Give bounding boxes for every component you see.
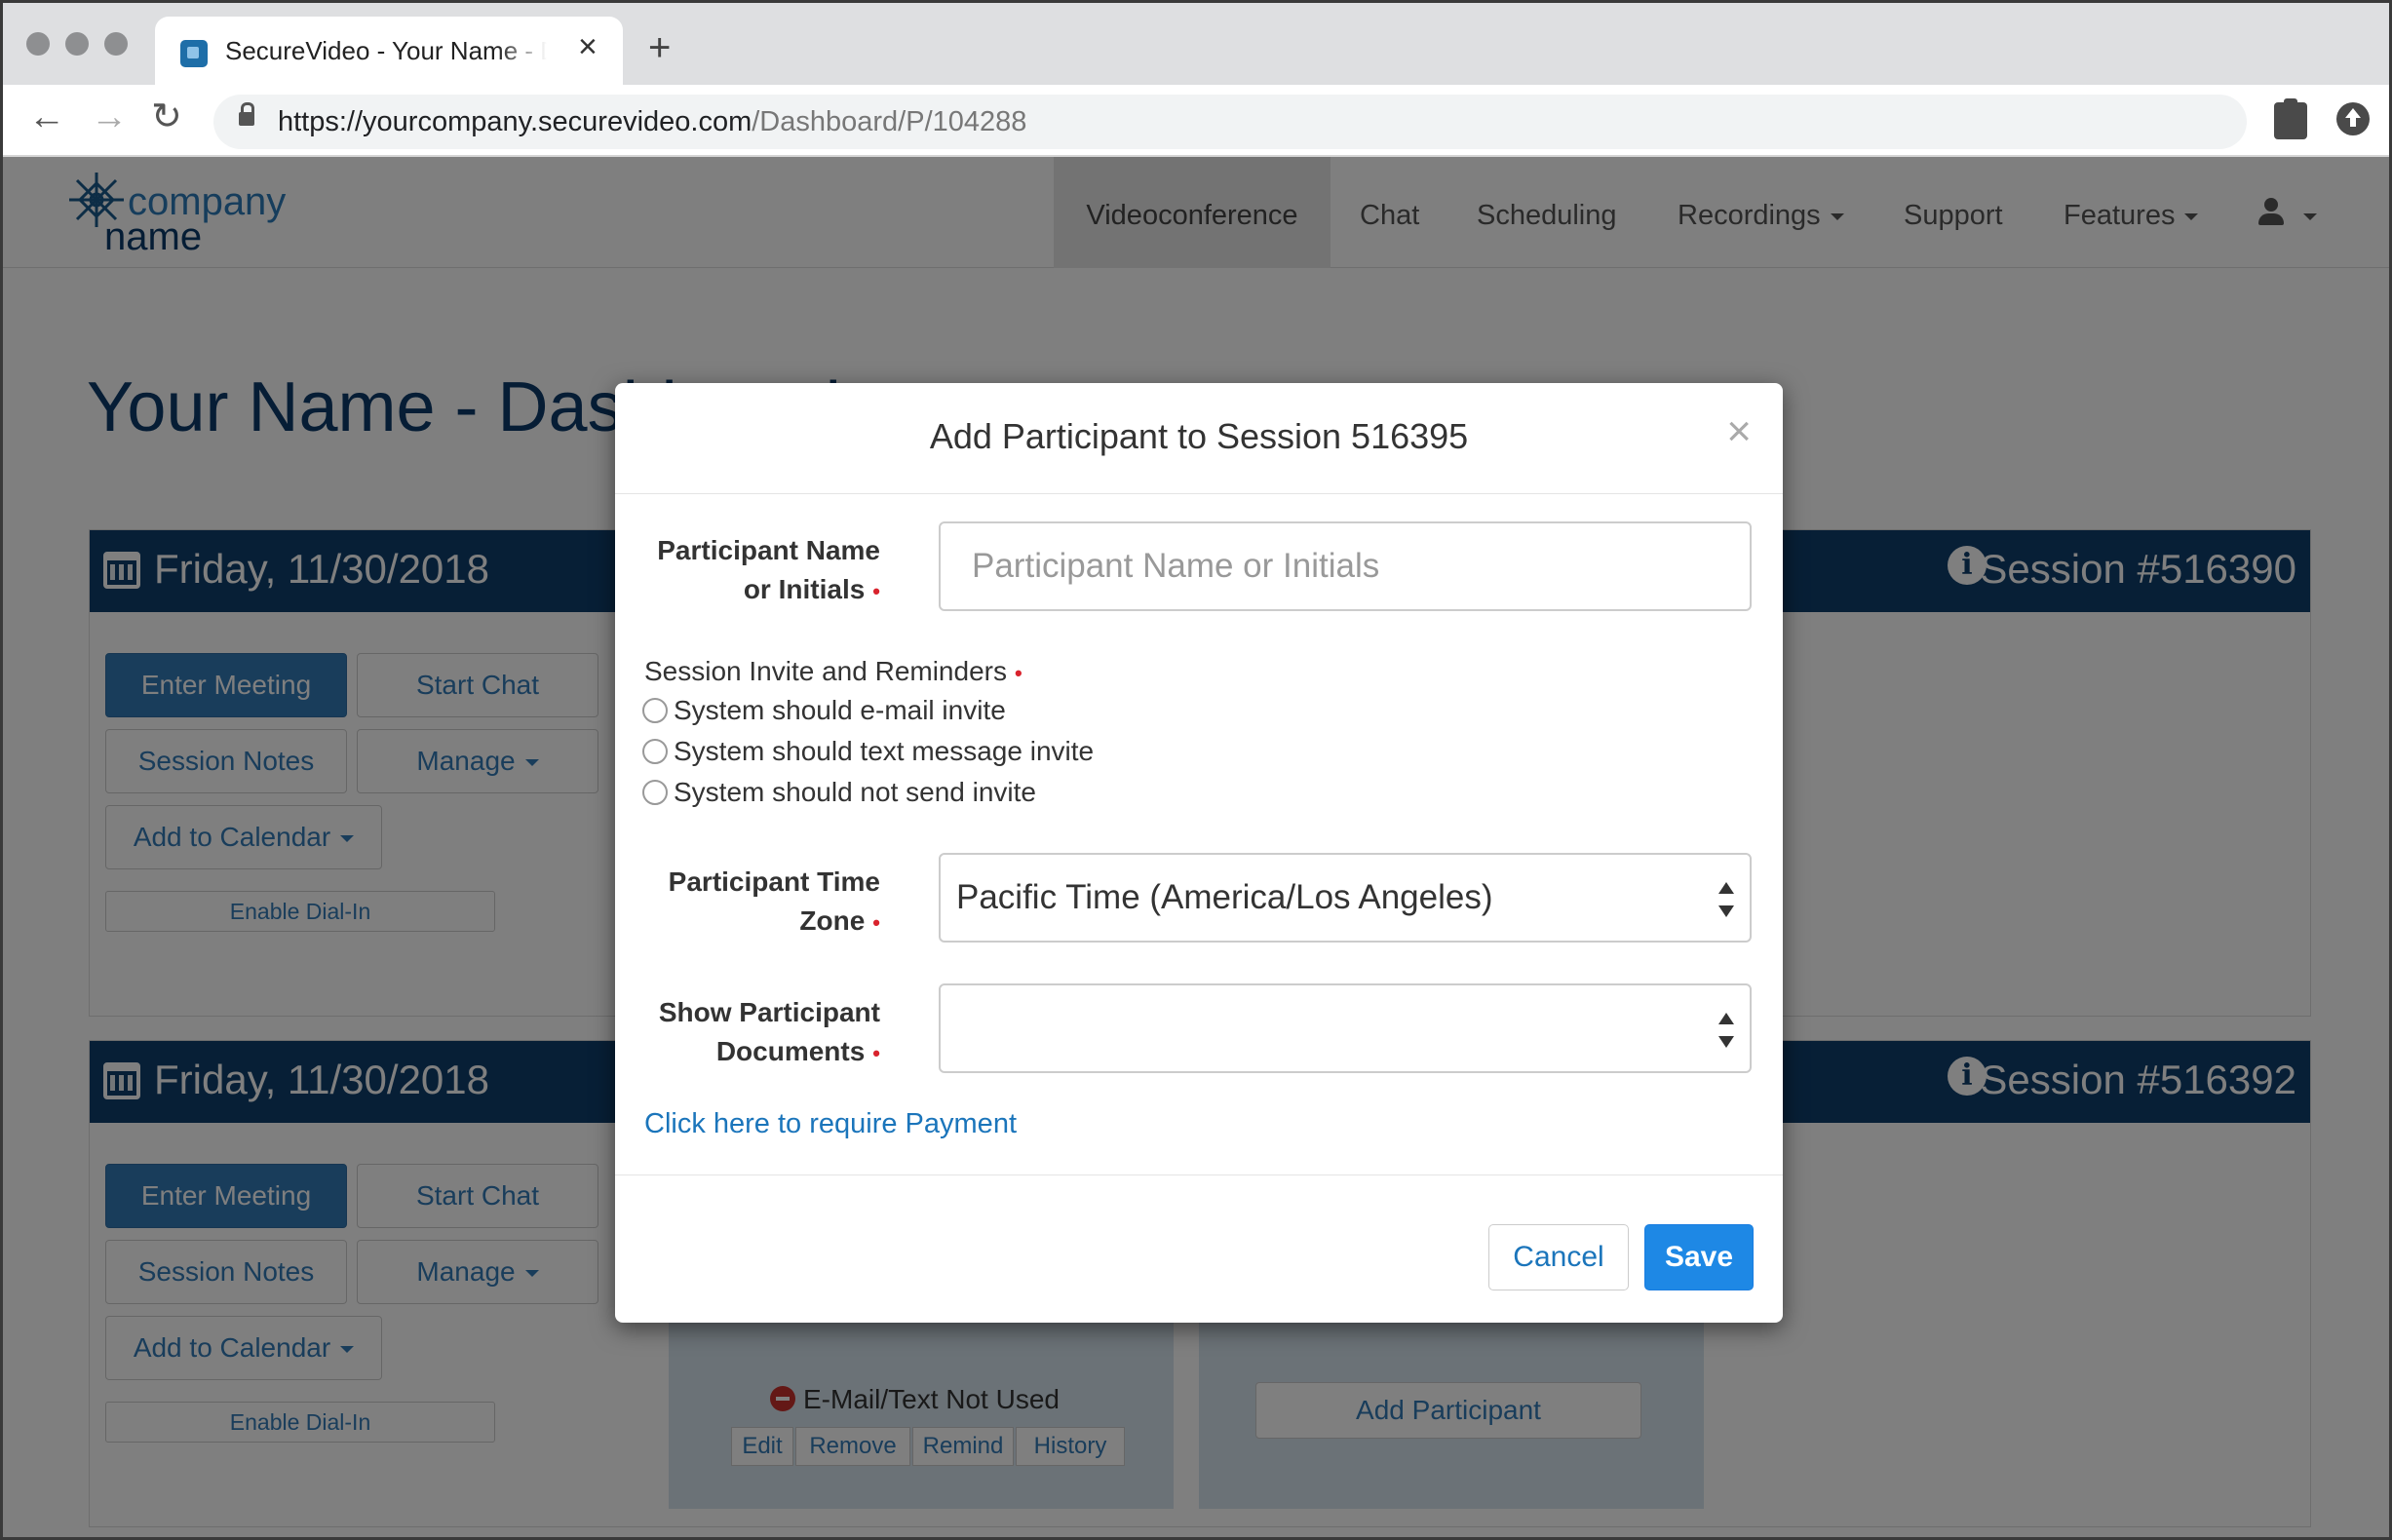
required-marker: • <box>872 1041 880 1065</box>
tab-title: SecureVideo - Your Name - Dashboard <box>225 36 547 66</box>
close-icon[interactable]: × <box>1726 410 1752 453</box>
select-arrows-icon <box>1718 1013 1734 1048</box>
browser-toolbar: ← → ↻ https://yourcompany.securevideo.co… <box>3 85 2389 157</box>
select-arrows-icon <box>1718 882 1734 917</box>
browser-window: SecureVideo - Your Name - Dashboard × + … <box>0 0 2392 1540</box>
lock-icon <box>239 102 254 126</box>
radio-no-invite[interactable]: System should not send invite <box>642 777 1036 812</box>
invite-section-label: Session Invite and Reminders • <box>644 656 1022 686</box>
minimize-window-button[interactable] <box>65 32 89 56</box>
radio-button[interactable] <box>642 698 668 723</box>
require-payment-link[interactable]: Click here to require Payment <box>644 1108 1017 1140</box>
close-tab-icon[interactable]: × <box>578 30 598 63</box>
required-marker: • <box>872 910 880 935</box>
documents-select[interactable] <box>939 983 1752 1073</box>
time-zone-label: Participant Time Zone • <box>668 866 880 936</box>
participant-name-input[interactable] <box>939 521 1752 611</box>
upload-extension-icon[interactable] <box>2336 102 2370 135</box>
favicon-icon <box>180 40 208 67</box>
new-tab-icon[interactable]: + <box>648 28 671 67</box>
address-bar[interactable]: https://yourcompany.securevideo.com/Dash… <box>213 95 2247 149</box>
modal-header: Add Participant to Session 516395 × <box>615 383 1783 494</box>
radio-text-invite[interactable]: System should text message invite <box>642 736 1094 771</box>
browser-tab-bar: SecureVideo - Your Name - Dashboard × + <box>3 3 2389 85</box>
required-marker: • <box>1014 661 1022 685</box>
radio-email-invite[interactable]: System should e-mail invite <box>642 695 1006 730</box>
back-arrow-icon[interactable]: ← <box>28 98 65 135</box>
url-text: https://yourcompany.securevideo.com/Dash… <box>278 106 1027 137</box>
radio-button[interactable] <box>642 780 668 805</box>
required-marker: • <box>872 579 880 603</box>
clipboard-extension-icon[interactable] <box>2274 98 2307 139</box>
participant-name-label: Participant Name or Initials • <box>657 535 880 604</box>
modal-title: Add Participant to Session 516395 <box>929 416 1469 456</box>
browser-tab[interactable]: SecureVideo - Your Name - Dashboard × <box>155 17 623 85</box>
modal-footer: Cancel Save <box>615 1174 1783 1323</box>
cancel-button[interactable]: Cancel <box>1488 1224 1629 1290</box>
radio-button[interactable] <box>642 739 668 764</box>
reload-icon[interactable]: ↻ <box>151 98 182 135</box>
zoom-window-button[interactable] <box>104 32 128 56</box>
documents-label: Show Participant Documents • <box>658 997 880 1066</box>
close-window-button[interactable] <box>26 32 50 56</box>
add-participant-modal: Add Participant to Session 516395 × Part… <box>615 383 1783 1323</box>
time-zone-value: Pacific Time (America/Los Angeles) <box>956 878 1493 916</box>
save-button[interactable]: Save <box>1644 1224 1754 1290</box>
forward-arrow-icon[interactable]: → <box>91 98 128 135</box>
time-zone-select[interactable]: Pacific Time (America/Los Angeles) <box>939 853 1752 943</box>
